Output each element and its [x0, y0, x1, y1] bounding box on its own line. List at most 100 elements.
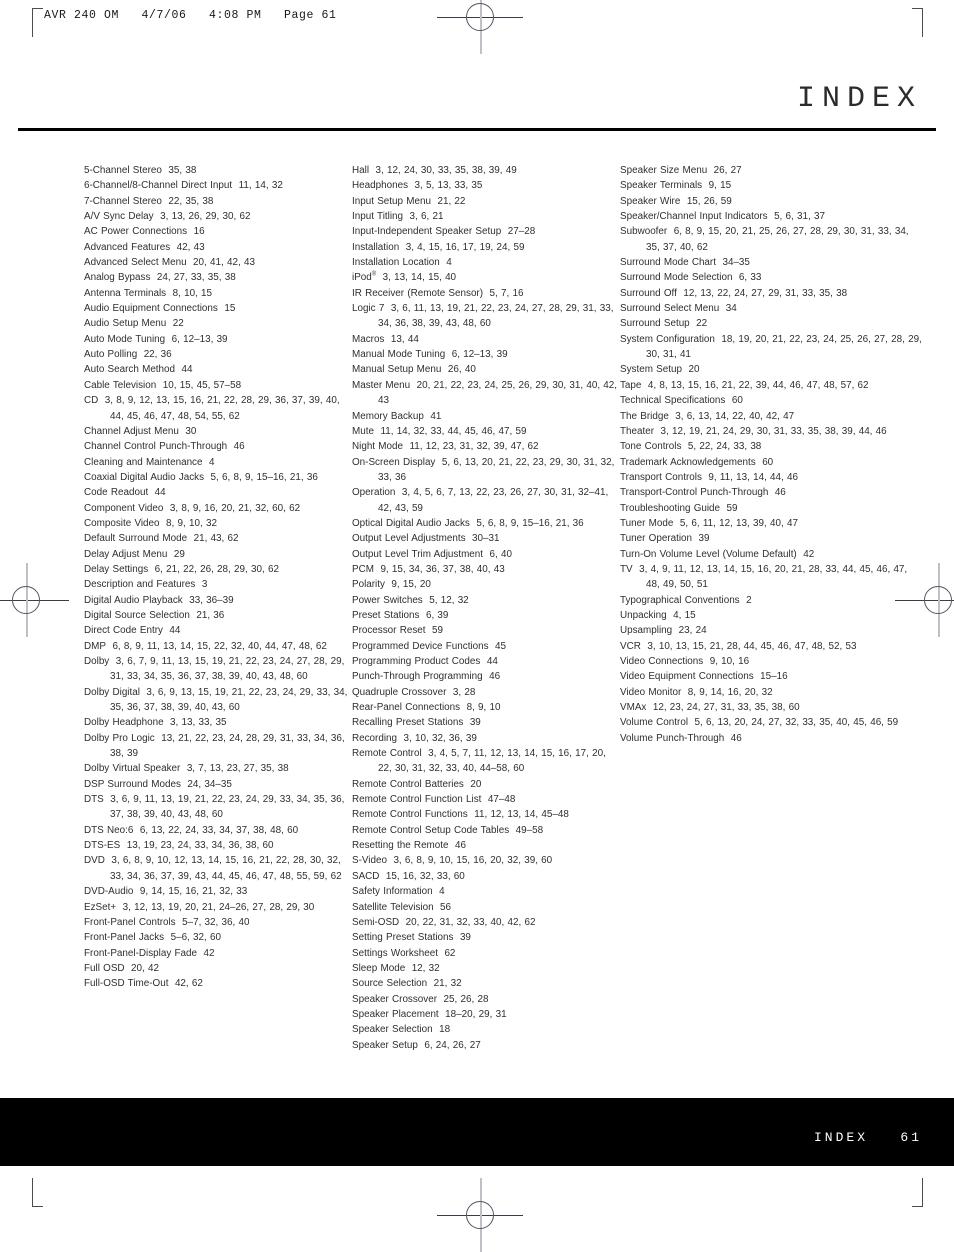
index-entry-term: VCR — [620, 640, 641, 652]
index-entry-term: Audio Equipment Connections — [84, 303, 218, 315]
index-entry-term: Front-Panel Jacks — [84, 932, 165, 944]
index-entry: Power Switches 5, 12, 32 — [352, 593, 620, 608]
index-entry-term: Output Level Trim Adjustment — [352, 548, 484, 560]
index-entry-pages: 5, 22, 24, 33, 38 — [681, 441, 762, 453]
index-entry: Output Level Adjustments 30–31 — [352, 531, 620, 546]
index-entry-term: Auto Search Method — [84, 364, 176, 376]
index-entry: Sleep Mode 12, 32 — [352, 961, 620, 976]
index-entry-pages: 46 — [448, 840, 466, 852]
index-entry-pages: 13, 19, 23, 24, 33, 34, 36, 38, 60 — [120, 840, 274, 852]
index-entry-pages: 24, 27, 33, 35, 38 — [150, 272, 236, 284]
index-entry-term: Tuner Mode — [620, 517, 674, 529]
index-entry-pages: 11, 12, 23, 31, 32, 39, 47, 62 — [403, 441, 539, 453]
index-entry-term: Remote Control — [352, 748, 422, 760]
index-entry-pages: 42 — [197, 947, 215, 959]
index-entry-term: Speaker/Channel Input Indicators — [620, 211, 768, 223]
index-entry-pages: 6, 40 — [483, 548, 512, 560]
index-entry-term: Source Selection — [352, 978, 428, 990]
index-entry: System Configuration 18, 19, 20, 21, 22,… — [620, 332, 922, 363]
index-entry-pages: 6, 13, 22, 24, 33, 34, 37, 38, 48, 60 — [133, 824, 299, 836]
index-entry-term: Advanced Features — [84, 241, 171, 253]
index-entry-pages: 18 — [432, 1024, 451, 1036]
index-entry-pages: 3, 7, 13, 23, 27, 35, 38 — [180, 763, 289, 775]
index-entry-pages: 6, 12–13, 39 — [165, 333, 228, 345]
index-entry-term: Remote Control Functions — [352, 809, 468, 821]
index-entry: Mute 11, 14, 32, 33, 44, 45, 46, 47, 59 — [352, 424, 620, 439]
index-entry: Safety Information 4 — [352, 884, 620, 899]
index-entry: Speaker Setup 6, 24, 26, 27 — [352, 1038, 620, 1053]
index-entry: Video Connections 9, 10, 16 — [620, 654, 922, 669]
index-entry-term: Master Menu — [352, 379, 411, 391]
index-entry-pages: 22, 35, 38 — [161, 195, 214, 207]
index-entry-pages: 30–31 — [465, 533, 500, 545]
index-entry: Digital Audio Playback 33, 36–39 — [84, 593, 352, 608]
index-entry: Auto Mode Tuning 6, 12–13, 39 — [84, 332, 352, 347]
index-entry-term: Output Level Adjustments — [352, 533, 466, 545]
index-entry: Operation 3, 4, 5, 6, 7, 13, 22, 23, 26,… — [352, 485, 620, 516]
index-entry: Dolby Virtual Speaker 3, 7, 13, 23, 27, … — [84, 761, 352, 776]
index-entry-pages: 44 — [175, 364, 193, 376]
index-entry-term: Recalling Preset Stations — [352, 717, 464, 729]
index-entry: Remote Control Setup Code Tables 49–58 — [352, 823, 620, 838]
index-entry-term: Digital Source Selection — [84, 609, 190, 621]
index-entry: Video Monitor 8, 9, 14, 16, 20, 32 — [620, 685, 922, 700]
index-entry-term: Surround Off — [620, 287, 677, 299]
index-entry-term: Satellite Television — [352, 901, 434, 913]
index-entry-pages: 26, 40 — [441, 364, 476, 376]
index-entry: Code Readout 44 — [84, 485, 352, 500]
index-entry-term: Memory Backup — [352, 410, 424, 422]
index-entry-pages: 45 — [488, 640, 507, 652]
index-entry: Input-Independent Speaker Setup 27–28 — [352, 224, 620, 239]
index-entry-term: Headphones — [352, 180, 409, 192]
index-entry-term: DTS-ES — [84, 840, 121, 852]
index-entry-pages: 6, 39 — [419, 609, 449, 621]
index-entry-term: Dolby Headphone — [84, 717, 164, 729]
index-entry: Digital Source Selection 21, 36 — [84, 608, 352, 623]
index-entry-term: Troubleshooting Guide — [620, 502, 721, 514]
title-divider-rule — [18, 128, 936, 131]
crop-mark-bottom-right — [912, 1178, 923, 1207]
index-entry-term: 7-Channel Stereo — [84, 195, 162, 207]
index-entry: Default Surround Mode 21, 43, 62 — [84, 531, 352, 546]
index-entry: Installation Location 4 — [352, 255, 620, 270]
index-entry-pages: 60 — [725, 395, 743, 407]
index-entry-term: Macros — [352, 333, 385, 345]
index-entry-pages: 20, 21, 22, 23, 24, 25, 26, 29, 30, 31, … — [378, 379, 618, 407]
index-entry: Upsampling 23, 24 — [620, 623, 922, 638]
index-entry: Coaxial Digital Audio Jacks 5, 6, 8, 9, … — [84, 470, 352, 485]
index-entry-term: Turn-On Volume Level (Volume Default) — [620, 548, 797, 560]
index-entry-pages: 5, 6, 8, 9, 15–16, 21, 36 — [469, 517, 584, 529]
index-entry-pages: 4, 8, 13, 15, 16, 21, 22, 39, 44, 46, 47… — [641, 379, 869, 391]
index-entry-term: Delay Adjust Menu — [84, 548, 168, 560]
index-entry-term: Remote Control Batteries — [352, 778, 464, 790]
index-entry: Tuner Operation 39 — [620, 531, 922, 546]
index-entry-pages: 3, 6, 7, 9, 11, 13, 15, 19, 21, 22, 23, … — [109, 656, 345, 683]
index-entry-pages: 39 — [692, 533, 710, 545]
index-entry-term: Night Mode — [352, 441, 403, 453]
index-entry-term: Quadruple Crossover — [352, 686, 447, 698]
index-entry: Programming Product Codes 44 — [352, 654, 620, 669]
index-entry-term: Code Readout — [84, 487, 149, 499]
index-entry-term: Delay Settings — [84, 563, 149, 575]
index-entry-term: Logic 7 — [352, 303, 385, 315]
index-entry-term: Tape — [620, 379, 642, 391]
index-entry-pages: 3, 6, 9, 13, 15, 19, 21, 22, 23, 24, 29,… — [110, 686, 348, 714]
index-entry-pages: 20 — [463, 778, 482, 790]
index-entry-pages: 3, 13, 14, 15, 40 — [376, 272, 457, 284]
index-entry-term: Auto Mode Tuning — [84, 333, 166, 345]
index-entry-term: System Setup — [620, 364, 682, 376]
index-entry: A/V Sync Delay 3, 13, 26, 29, 30, 62 — [84, 209, 352, 224]
index-entry-pages: 11, 14, 32 — [232, 180, 283, 192]
index-entry-pages: 3, 12, 24, 30, 33, 35, 38, 39, 49 — [369, 165, 517, 176]
index-entry: EzSet+ 3, 12, 13, 19, 20, 21, 24–26, 27,… — [84, 900, 352, 915]
index-entry: Analog Bypass 24, 27, 33, 35, 38 — [84, 270, 352, 285]
index-entry-pages: 21, 22 — [430, 195, 466, 207]
index-entry-pages: 5, 6, 31, 37 — [767, 211, 825, 223]
index-entry-pages: 15, 26, 59 — [680, 195, 732, 207]
index-entry-pages: 3, 28 — [446, 686, 476, 698]
index-entry-pages: 9, 15, 34, 36, 37, 38, 40, 43 — [373, 563, 505, 575]
index-entry-pages: 39 — [463, 717, 481, 729]
index-entry: Speaker Wire 15, 26, 59 — [620, 194, 922, 209]
index-entry: Quadruple Crossover 3, 28 — [352, 685, 620, 700]
index-entry: Speaker Selection 18 — [352, 1022, 620, 1037]
